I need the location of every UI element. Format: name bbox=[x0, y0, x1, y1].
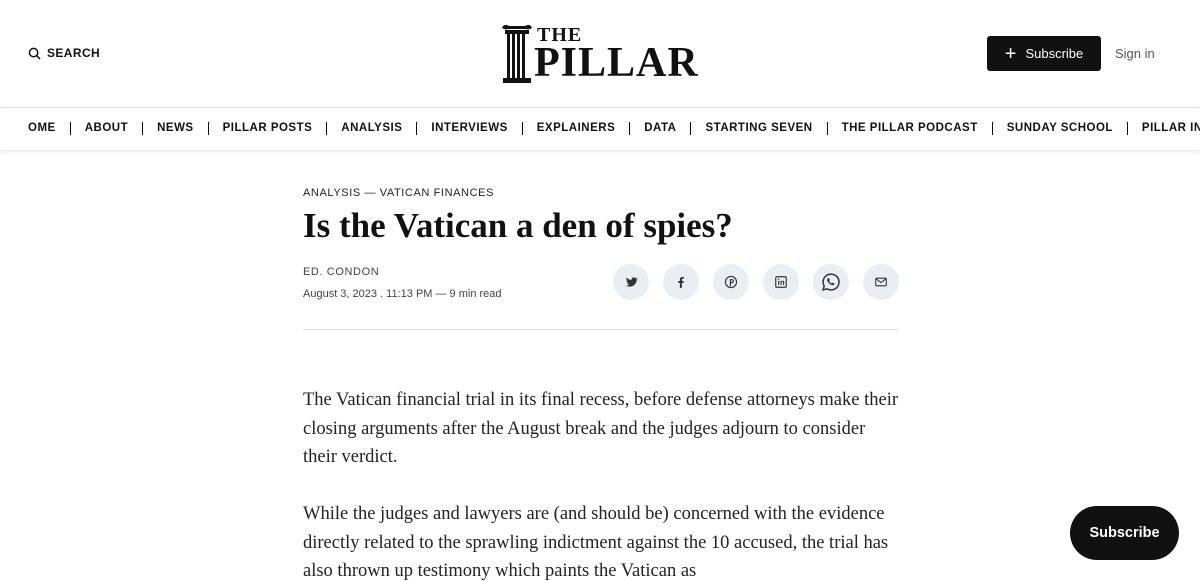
article-paragraph: While the judges and lawyers are (and sh… bbox=[303, 504, 889, 581]
pillar-logo-icon bbox=[502, 24, 532, 83]
share-linkedin-button[interactable] bbox=[763, 264, 799, 300]
share-whatsapp-button[interactable] bbox=[813, 264, 849, 300]
article-paragraph: The Vatican financial trial in its final… bbox=[303, 390, 899, 467]
nav-item-sunday-school[interactable]: SUNDAY SCHOOL bbox=[991, 122, 1127, 135]
share-facebook-button[interactable] bbox=[663, 264, 699, 300]
article-title: Is the Vatican a den of spies? bbox=[303, 206, 733, 245]
nav-item-analysis[interactable]: ANALYSIS bbox=[326, 122, 416, 135]
share-buttons bbox=[613, 264, 899, 300]
nav-item-starting-seven[interactable]: STARTING SEVEN bbox=[690, 122, 826, 135]
logo-text-pillar: PILLAR bbox=[534, 40, 699, 86]
nav-item-data[interactable]: DATA bbox=[629, 122, 690, 135]
search-icon bbox=[28, 47, 41, 60]
nav-item-pillar-posts[interactable]: PILLAR POSTS bbox=[207, 122, 327, 135]
twitter-icon bbox=[625, 277, 638, 287]
linkedin-icon bbox=[775, 276, 787, 288]
share-twitter-button[interactable] bbox=[613, 264, 649, 300]
article-kicker[interactable]: ANALYSIS — VATICAN FINANCES bbox=[303, 187, 494, 199]
article-divider bbox=[303, 329, 898, 330]
nav-item-home[interactable]: OME bbox=[28, 122, 70, 135]
pinterest-icon bbox=[724, 275, 738, 289]
nav-item-pillar-indepth[interactable]: PILLAR INDEPT bbox=[1126, 122, 1200, 135]
search-label: SEARCH bbox=[47, 46, 101, 60]
site-logo[interactable]: THE PILLAR bbox=[500, 20, 700, 86]
main-nav: OME ABOUT NEWS PILLAR POSTS ANALYSIS INT… bbox=[0, 108, 1200, 151]
facebook-icon bbox=[678, 277, 684, 288]
subscribe-button[interactable]: + Subscribe bbox=[987, 36, 1101, 71]
whatsapp-icon bbox=[822, 273, 840, 291]
nav-item-news[interactable]: NEWS bbox=[142, 122, 208, 135]
signin-link[interactable]: Sign in bbox=[1115, 46, 1155, 61]
nav-track: OME ABOUT NEWS PILLAR POSTS ANALYSIS INT… bbox=[28, 122, 1200, 135]
floating-subscribe-button[interactable]: Subscribe bbox=[1070, 506, 1179, 560]
article-meta: August 3, 2023 . 11:13 PM — 9 min read bbox=[303, 288, 502, 300]
nav-item-interviews[interactable]: INTERVIEWS bbox=[416, 122, 521, 135]
search-button[interactable]: SEARCH bbox=[28, 46, 100, 60]
share-pinterest-button[interactable] bbox=[713, 264, 749, 300]
nav-item-explainers[interactable]: EXPLAINERS bbox=[521, 122, 630, 135]
email-icon bbox=[875, 277, 887, 287]
subscribe-label: Subscribe bbox=[1025, 46, 1084, 61]
nav-item-podcast[interactable]: THE PILLAR PODCAST bbox=[826, 122, 992, 135]
plus-icon: + bbox=[1004, 42, 1017, 65]
share-email-button[interactable] bbox=[863, 264, 899, 300]
article-author[interactable]: ED. CONDON bbox=[303, 266, 379, 278]
site-header: SEARCH THE PILLAR + Subscribe Sign in bbox=[0, 0, 1200, 108]
nav-item-about[interactable]: ABOUT bbox=[69, 122, 142, 135]
